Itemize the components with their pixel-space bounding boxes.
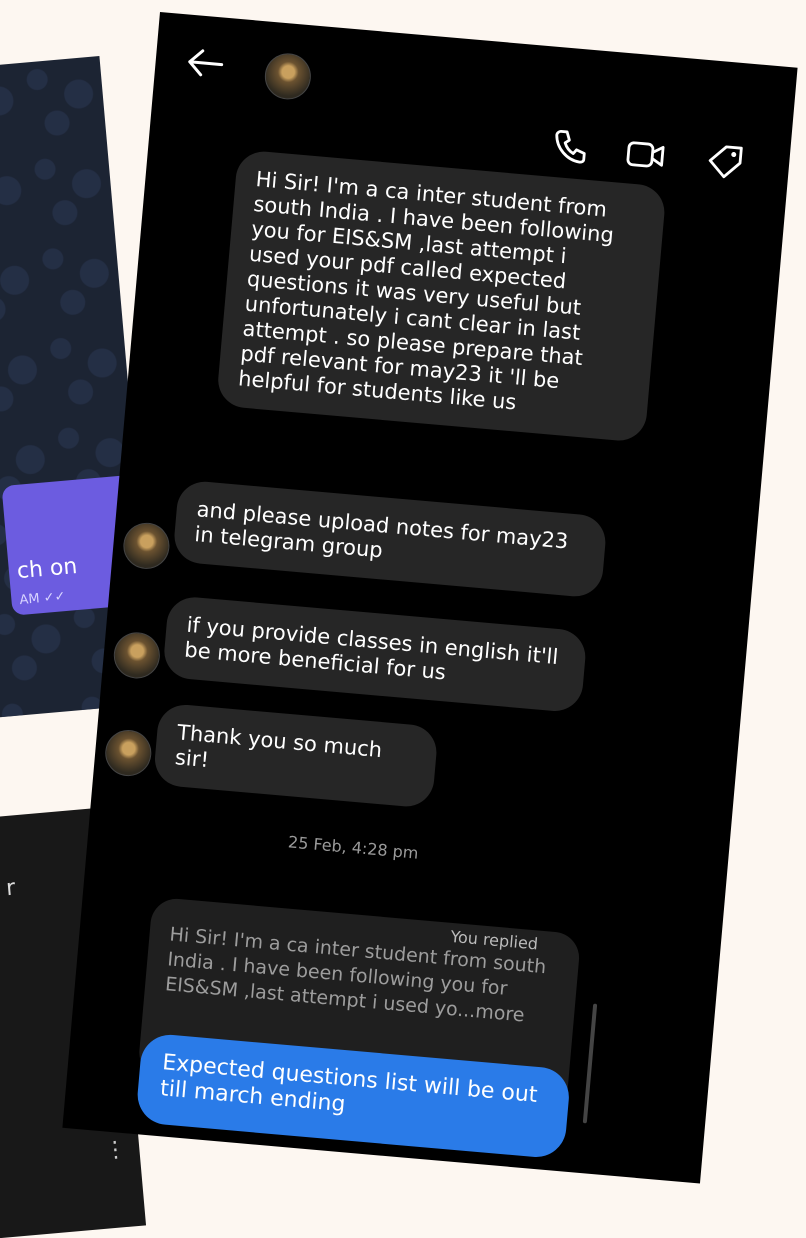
sender-avatar (103, 728, 154, 778)
background-message-fragment: ch on (15, 553, 79, 585)
sender-avatar (111, 630, 162, 681)
video-call-icon[interactable] (624, 133, 667, 176)
back-arrow-icon[interactable] (184, 46, 224, 79)
message-timestamp: 25 Feb, 4:28 pm (287, 832, 420, 863)
contact-avatar[interactable] (262, 51, 313, 102)
phone-icon[interactable] (548, 125, 591, 168)
received-message[interactable]: if you provide classes in english it'll … (162, 595, 588, 714)
received-message[interactable]: and please upload notes for may23 in tel… (172, 479, 608, 599)
received-message[interactable]: Hi Sir! I'm a ca inter student from sout… (215, 149, 667, 443)
tag-icon[interactable] (703, 140, 746, 183)
sender-avatar (121, 520, 172, 571)
background-message-time: AM ✓✓ (18, 589, 67, 609)
more-options-icon: ⋮ (103, 1136, 128, 1164)
received-message[interactable]: Thank you so much sir! (152, 702, 439, 809)
instagram-chat-screen: Hi Sir! I'm a ca inter student from sout… (62, 12, 798, 1184)
background-text-fragment: r (5, 875, 17, 902)
quote-bar (582, 1003, 598, 1124)
